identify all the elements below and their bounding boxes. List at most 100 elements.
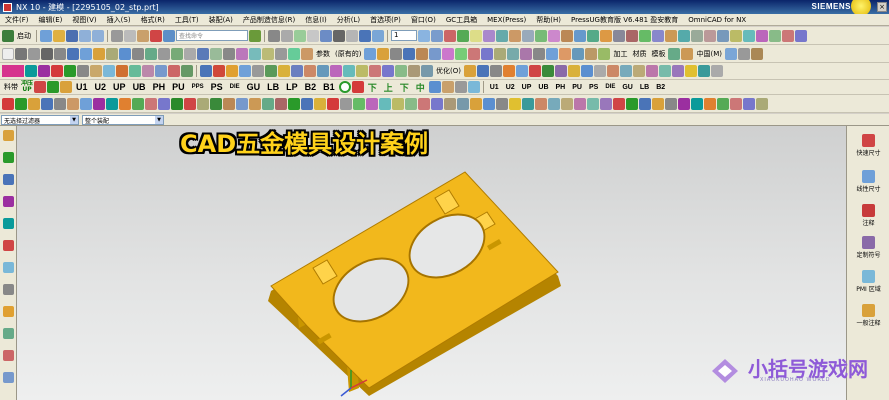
plate-gu-r-button[interactable]: GU xyxy=(619,84,636,91)
tool-coral-icon[interactable] xyxy=(730,97,742,110)
body-icon[interactable] xyxy=(515,65,528,77)
start-icon[interactable] xyxy=(2,29,14,42)
hole-icon[interactable] xyxy=(119,47,131,60)
tool-iris-icon[interactable] xyxy=(431,97,443,110)
menu-insert[interactable]: 插入(S) xyxy=(102,15,136,25)
tool-cyan-icon[interactable] xyxy=(522,97,534,110)
offset-face-icon[interactable] xyxy=(494,47,507,60)
custom-symbol-button[interactable]: 定制符号 xyxy=(847,236,889,259)
dowel-icon[interactable] xyxy=(129,65,141,77)
tool-denim-icon[interactable] xyxy=(457,97,469,110)
selection-filter-select[interactable]: 无选择过滤器 ▼ xyxy=(1,114,79,125)
boss-icon[interactable] xyxy=(132,47,144,60)
vertex-icon[interactable] xyxy=(554,65,567,77)
note-button[interactable]: 注释 xyxy=(847,204,889,227)
tool-blue-icon[interactable] xyxy=(41,97,53,110)
groove-icon[interactable] xyxy=(184,47,196,60)
rotate-icon[interactable] xyxy=(678,29,690,42)
component-icon[interactable] xyxy=(567,65,580,77)
circle-icon[interactable] xyxy=(41,47,53,60)
compare-icon[interactable] xyxy=(489,65,502,77)
bounded-plane-icon[interactable] xyxy=(598,47,611,60)
tool-khaki-icon[interactable] xyxy=(197,97,209,110)
nav-down-button[interactable]: 下 xyxy=(365,81,380,94)
tool-copper-icon[interactable] xyxy=(223,97,235,110)
tool-ash-icon[interactable] xyxy=(496,97,508,110)
plate-ub-r-button[interactable]: UB xyxy=(535,84,551,91)
redo-icon[interactable] xyxy=(92,29,104,42)
down-arrow-icon[interactable] xyxy=(47,81,60,93)
roles-icon[interactable] xyxy=(3,306,14,317)
mark-label[interactable]: 加工 xyxy=(611,49,629,59)
layer-settings-icon[interactable] xyxy=(418,29,430,42)
tool-sage-icon[interactable] xyxy=(262,97,274,110)
system-scenes-icon[interactable] xyxy=(3,328,14,339)
check-icon[interactable] xyxy=(476,65,489,77)
open-icon[interactable] xyxy=(53,29,65,42)
tool-brown-icon[interactable] xyxy=(67,97,79,110)
tool-orchid-icon[interactable] xyxy=(366,97,378,110)
feature-olive-icon[interactable] xyxy=(356,65,368,77)
tool-emerald-icon[interactable] xyxy=(288,97,300,110)
show-icon[interactable] xyxy=(457,29,469,42)
repeat-command-icon[interactable] xyxy=(163,29,175,42)
plate-copy-icon[interactable] xyxy=(454,81,467,93)
stripper-icon[interactable] xyxy=(77,65,89,77)
csys-icon[interactable] xyxy=(294,29,306,42)
menu-mex-press[interactable]: MEX(Press) xyxy=(482,16,531,24)
plate-u1-r-button[interactable]: U1 xyxy=(487,84,502,91)
axis-icon[interactable] xyxy=(333,29,345,42)
mirror-icon[interactable] xyxy=(377,47,390,60)
menu-omnicad[interactable]: OmniCAD for NX xyxy=(683,16,751,24)
tool-purple-icon[interactable] xyxy=(93,97,105,110)
sphere-icon[interactable] xyxy=(106,47,118,60)
save-icon[interactable] xyxy=(66,29,78,42)
tool-sky-icon[interactable] xyxy=(80,97,92,110)
arc-icon[interactable] xyxy=(28,47,40,60)
back-view-icon[interactable] xyxy=(795,29,807,42)
tool-red-icon[interactable] xyxy=(2,97,14,110)
constraint-icon[interactable] xyxy=(593,65,606,77)
menu-analysis[interactable]: 分析(L) xyxy=(332,15,365,25)
mold-wizard-icon[interactable] xyxy=(2,65,24,77)
history-icon[interactable] xyxy=(3,240,14,251)
plate-die-r-button[interactable]: DIE xyxy=(602,84,618,90)
tool-lime-icon[interactable] xyxy=(132,97,144,110)
cut-icon[interactable] xyxy=(111,29,123,42)
plate-ps-button[interactable]: PS xyxy=(208,82,226,92)
plate-lb-r-button[interactable]: LB xyxy=(637,84,652,91)
process-studio-icon[interactable] xyxy=(3,284,14,295)
move-to-layer-icon[interactable] xyxy=(431,29,443,42)
reuse-library-icon[interactable] xyxy=(710,65,723,77)
tool-sand-icon[interactable] xyxy=(444,97,456,110)
tool-tangerine-icon[interactable] xyxy=(704,97,716,110)
tool-spring-icon[interactable] xyxy=(353,97,365,110)
tool-cornflower-icon[interactable] xyxy=(236,97,248,110)
feature-violet-icon[interactable] xyxy=(330,65,342,77)
tool-teal-icon[interactable] xyxy=(106,97,118,110)
menu-assemblies[interactable]: 装配(A) xyxy=(204,15,238,25)
clearance-icon[interactable] xyxy=(632,65,645,77)
close-window-button[interactable]: × xyxy=(877,2,887,12)
revolve-icon[interactable] xyxy=(372,29,384,42)
flat-pattern-icon[interactable] xyxy=(750,47,763,60)
pocket-icon[interactable] xyxy=(145,47,157,60)
move-face-icon[interactable] xyxy=(455,47,468,60)
system-materials-icon[interactable] xyxy=(3,262,14,273)
tool-azure-icon[interactable] xyxy=(483,97,495,110)
isometric-icon[interactable] xyxy=(717,29,729,42)
web-browser-icon[interactable] xyxy=(3,218,14,229)
plate-move-icon[interactable] xyxy=(467,81,480,93)
ring-icon[interactable] xyxy=(338,81,351,93)
feature-lavender-icon[interactable] xyxy=(382,65,394,77)
tool-forest-icon[interactable] xyxy=(210,97,222,110)
chevron-down-icon[interactable]: ▼ xyxy=(155,115,163,124)
explode-icon[interactable] xyxy=(619,65,632,77)
spring-icon[interactable] xyxy=(103,65,115,77)
bend-icon[interactable] xyxy=(724,47,737,60)
command-search-input[interactable]: 查找命令 xyxy=(176,30,248,41)
tool-silver-icon[interactable] xyxy=(340,97,352,110)
display-icon[interactable] xyxy=(587,29,599,42)
pattern-icon[interactable] xyxy=(364,47,377,60)
wave-icon[interactable] xyxy=(645,65,658,77)
